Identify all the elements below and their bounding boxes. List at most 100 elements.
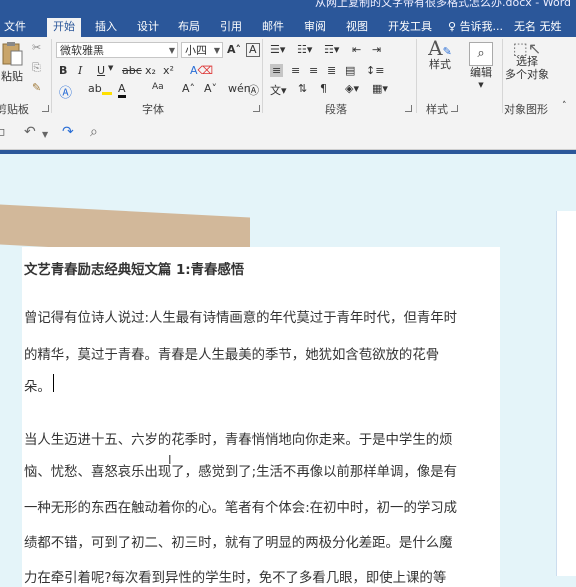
clear-formatting-button[interactable]: A⌫ bbox=[190, 64, 213, 77]
increase-indent-icon[interactable]: ⇥ bbox=[372, 43, 381, 56]
format-painter-icon[interactable]: ✎ bbox=[32, 81, 41, 94]
tell-me-box[interactable]: ♀ 告诉我... bbox=[448, 18, 503, 34]
text-effects-button[interactable]: Ⓐ bbox=[59, 82, 72, 101]
paragraph-line[interactable]: 曾记得有位诗人说过:人生最有诗情画意的年代莫过于青年时代，但青年时 bbox=[24, 306, 457, 326]
window-title: 从网上复制的文字带有很多格式怎么办.docx - Word bbox=[315, 0, 572, 9]
save-icon[interactable]: ▫ bbox=[0, 124, 6, 140]
undo-dropdown-icon[interactable]: ▼ bbox=[42, 130, 48, 139]
cut-icon[interactable]: ✂ bbox=[32, 41, 41, 54]
char-border-button[interactable]: A bbox=[246, 43, 260, 57]
paragraph-line[interactable]: 恼、忧愁、喜怒哀乐出现了，感觉到了;生活不再像以前那样单调，像是有 bbox=[24, 460, 457, 480]
paragraph-line[interactable]: 绩都不错，可到了初二、初三时，就有了明显的两极分化差距。是什么魔 bbox=[24, 531, 453, 551]
tab-view[interactable]: 视图 bbox=[346, 18, 368, 37]
collapse-ribbon-icon[interactable]: ˄ bbox=[562, 101, 567, 111]
underline-dropdown-icon[interactable]: ▼ bbox=[108, 64, 113, 72]
decrease-indent-icon[interactable]: ⇤ bbox=[352, 43, 361, 56]
right-page-edge bbox=[556, 211, 576, 576]
line-spacing-icon[interactable]: ↕≡ bbox=[366, 64, 384, 77]
tab-mailings[interactable]: 邮件 bbox=[262, 18, 284, 37]
title-bar: 从网上复制的文字带有很多格式怎么办.docx - Word bbox=[0, 0, 576, 16]
clipboard-group-label: 剪贴板 bbox=[0, 103, 29, 116]
grow-font-button[interactable]: A˄ bbox=[227, 43, 241, 56]
bold-button[interactable]: B bbox=[59, 64, 67, 77]
ribbon: 粘贴 ✂ ⎘ ✎ 剪贴板 微软雅黑 ▼ 小四 ▼ A˄ A B I U ▼ ab… bbox=[0, 37, 576, 119]
subscript-button[interactable]: x₂ bbox=[145, 64, 156, 77]
editing-label: 编辑 bbox=[470, 66, 492, 79]
tab-references[interactable]: 引用 bbox=[220, 18, 242, 37]
quick-access-toolbar: ▫ ↶ ▼ ↷ ⌕ bbox=[0, 118, 576, 150]
styles-label: 样式 bbox=[429, 58, 451, 71]
align-right-icon[interactable]: ≡ bbox=[309, 64, 318, 77]
borders-icon[interactable]: ▦▾ bbox=[372, 82, 388, 95]
tab-insert[interactable]: 插入 bbox=[95, 18, 117, 37]
shrink-font-icon[interactable]: A˅ bbox=[204, 82, 217, 95]
text-cursor bbox=[53, 374, 54, 392]
group-separator bbox=[51, 39, 52, 113]
tab-file[interactable]: 文件 bbox=[4, 18, 26, 37]
font-family-combo[interactable]: 微软雅黑 ▼ bbox=[56, 42, 178, 58]
paragraph-launcher-icon[interactable] bbox=[405, 105, 412, 112]
superscript-button[interactable]: x² bbox=[163, 64, 174, 77]
enclose-char-icon[interactable]: Ⓐ bbox=[248, 82, 259, 98]
tell-me-text: 告诉我... bbox=[459, 20, 504, 33]
paste-button[interactable]: 粘贴 bbox=[0, 41, 24, 83]
paragraph-line[interactable]: 一种无形的东西在触动着你的心。笔者有个体会:在初中时，初一的学习成 bbox=[24, 496, 457, 516]
paragraph-line[interactable]: 的精华，莫过于青春。青春是人生最美的季节，她犹如含苞欲放的花骨 bbox=[24, 343, 439, 363]
group-separator bbox=[262, 39, 263, 113]
chinese-layout-icon[interactable]: 文▾ bbox=[270, 82, 287, 98]
italic-button[interactable]: I bbox=[78, 64, 82, 77]
select-objects-button[interactable]: ⬚↖ 选择 多个对象 bbox=[505, 41, 549, 82]
tab-home[interactable]: 开始 bbox=[47, 18, 81, 37]
tab-developer[interactable]: 开发工具 bbox=[388, 18, 432, 37]
group-separator bbox=[502, 39, 503, 113]
sort-icon[interactable]: ⇅ bbox=[298, 82, 307, 95]
chevron-down-icon: ▼ bbox=[213, 46, 220, 55]
clipboard-launcher-icon[interactable] bbox=[42, 105, 49, 112]
change-case-button[interactable]: Aa bbox=[152, 82, 164, 92]
redo-icon[interactable]: ↷ bbox=[62, 124, 74, 140]
copy-icon[interactable]: ⎘ bbox=[32, 61, 41, 75]
styles-button[interactable]: A✎ 样式 bbox=[424, 36, 456, 71]
strikethrough-button[interactable]: abc bbox=[122, 64, 142, 77]
show-marks-icon[interactable]: ¶ bbox=[320, 82, 327, 95]
paragraph-line[interactable]: 力在牵引着呢?每次看到异性的学生时，免不了多看几眼，即使上课的等 bbox=[24, 566, 446, 586]
align-center-icon[interactable]: ≡ bbox=[291, 64, 300, 77]
highlight-button[interactable]: ab bbox=[88, 82, 112, 95]
select-label-line2: 多个对象 bbox=[505, 68, 549, 81]
font-size-combo[interactable]: 小四 ▼ bbox=[181, 42, 223, 58]
styles-icon: A✎ bbox=[428, 36, 452, 60]
tab-review[interactable]: 审阅 bbox=[304, 18, 326, 37]
numbering-icon[interactable]: ☷▾ bbox=[297, 43, 312, 56]
align-left-icon[interactable]: ≡ bbox=[270, 64, 284, 77]
styles-group-label: 样式 bbox=[426, 103, 448, 116]
group-separator bbox=[416, 39, 417, 113]
paragraph-line[interactable]: 朵。 bbox=[24, 375, 51, 395]
shading-icon[interactable]: ◈▾ bbox=[345, 82, 359, 95]
justify-icon[interactable]: ≣ bbox=[327, 64, 336, 77]
editing-button[interactable]: ⌕ 编辑 ▼ bbox=[466, 42, 496, 92]
tab-design[interactable]: 设计 bbox=[137, 18, 159, 37]
font-group-label: 字体 bbox=[142, 103, 164, 116]
font-color-button[interactable]: A bbox=[118, 82, 126, 98]
lightbulb-icon: ♀ bbox=[448, 20, 457, 33]
font-launcher-icon[interactable] bbox=[253, 105, 260, 112]
undo-icon[interactable]: ↶ bbox=[24, 124, 36, 140]
search-icon: ⌕ bbox=[469, 42, 493, 66]
paste-icon bbox=[2, 42, 23, 66]
paragraph-group-label: 段落 bbox=[325, 103, 347, 116]
styles-launcher-icon[interactable] bbox=[451, 105, 458, 112]
user-name[interactable]: 无名 无姓 bbox=[514, 18, 562, 34]
distribute-icon[interactable]: ▤ bbox=[345, 64, 355, 77]
paragraph-line[interactable]: 当人生迈进十五、六岁的花季时，青春悄悄地向你走来。于是中学生的烦 bbox=[24, 428, 453, 448]
paste-label: 粘贴 bbox=[1, 70, 23, 83]
ribbon-tab-bar: 文件 开始 插入 设计 布局 引用 邮件 审阅 视图 开发工具 ♀ 告诉我...… bbox=[0, 16, 576, 37]
grow-font-icon[interactable]: A˄ bbox=[182, 82, 195, 95]
tab-layout[interactable]: 布局 bbox=[178, 18, 200, 37]
document-heading[interactable]: 文艺青春励志经典短文篇 1:青春感悟 bbox=[24, 258, 244, 278]
chevron-down-icon: ▼ bbox=[168, 46, 175, 55]
print-preview-icon[interactable]: ⌕ bbox=[90, 124, 98, 140]
bullets-icon[interactable]: ☰▾ bbox=[270, 43, 285, 56]
multilevel-list-icon[interactable]: ☶▾ bbox=[324, 43, 339, 56]
font-family-value: 微软雅黑 bbox=[60, 44, 104, 57]
underline-button[interactable]: U bbox=[97, 64, 105, 77]
